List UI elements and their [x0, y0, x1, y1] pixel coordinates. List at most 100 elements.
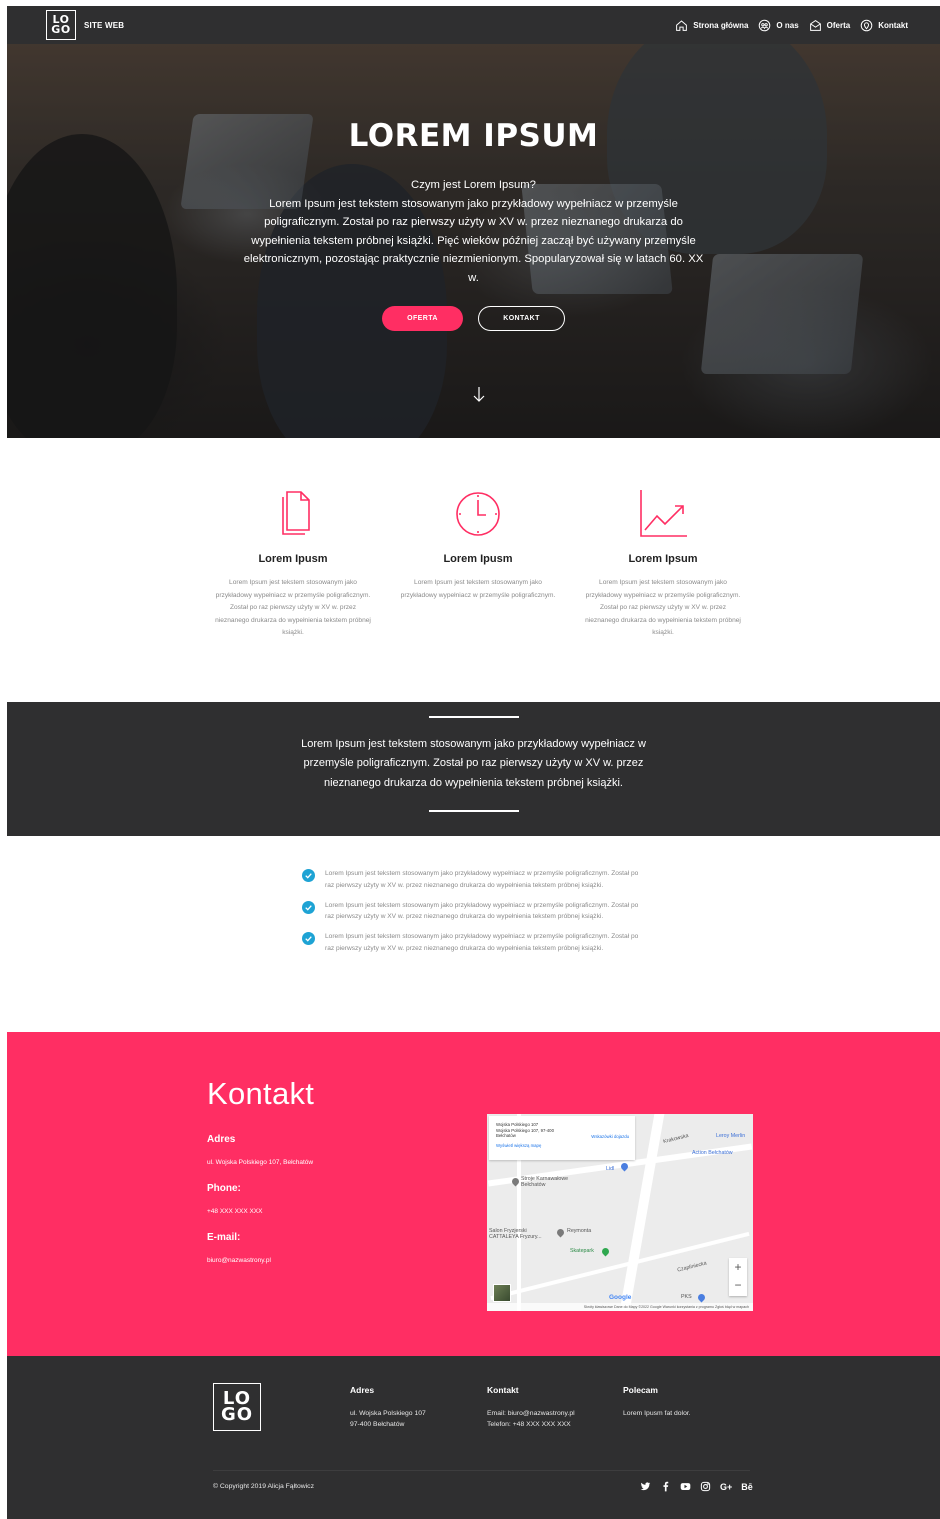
- hero-buttons: OFERTA KONTAKT: [7, 306, 940, 331]
- copyright-text: © Copyright 2019 Alicja Fąłtowicz: [213, 1483, 314, 1490]
- logo[interactable]: LO GO: [46, 10, 76, 40]
- footer-line[interactable]: Email: biuro@nazwastrony.pl: [487, 1408, 575, 1419]
- zoom-in-icon[interactable]: +: [729, 1258, 747, 1276]
- group-icon: [759, 19, 771, 31]
- map-label: Lidl: [606, 1166, 615, 1172]
- list-item-text: Lorem Ipsum jest tekstem stosowanym jako…: [325, 901, 639, 921]
- footer-col-title: Polecam: [623, 1385, 658, 1395]
- footer-line[interactable]: Telefon: +48 XXX XXX XXX: [487, 1419, 575, 1430]
- map-label: Krakowska: [662, 1132, 690, 1146]
- zoom-out-icon[interactable]: −: [729, 1276, 747, 1294]
- google-plus-icon[interactable]: G+: [720, 1482, 732, 1492]
- main-menu: Strona główna O nas Oferta Kontakt: [675, 19, 908, 32]
- chart-trend-icon: [640, 490, 687, 537]
- map-label: Reymonta: [567, 1228, 592, 1234]
- hero-title: LOREM IPSUM: [348, 118, 599, 154]
- instagram-icon[interactable]: [700, 1481, 711, 1492]
- map-label: PKS: [681, 1294, 692, 1300]
- feature-item: Lorem Ipusm Lorem Ipsum jest tekstem sto…: [208, 488, 378, 640]
- youtube-icon[interactable]: [680, 1481, 691, 1492]
- menu-item-label: O nas: [776, 20, 799, 30]
- hero-subtitle: Czym jest Lorem Ipsum?: [411, 179, 536, 191]
- hero-banner: LOREM IPSUM Czym jest Lorem Ipsum? Lorem…: [7, 44, 940, 438]
- map-label: Skatepark: [570, 1248, 594, 1254]
- footer-col-address: Adres ul. Wojska Polskiego 107 97-400 Be…: [350, 1385, 426, 1430]
- feature-item: Lorem Ipusm Lorem Ipsum jest tekstem sto…: [393, 488, 563, 640]
- list-item: Lorem Ipsum jest tekstem stosowanym jako…: [302, 868, 642, 892]
- list-item: Lorem Ipsum jest tekstem stosowanym jako…: [302, 900, 642, 924]
- address-label: Adres: [207, 1134, 236, 1145]
- facebook-icon[interactable]: [660, 1481, 671, 1492]
- footer-col-text: Lorem Ipusm fat dolor.: [623, 1408, 691, 1419]
- menu-item-offer[interactable]: Oferta: [809, 19, 850, 32]
- features-section: Lorem Ipusm Lorem Ipsum jest tekstem sto…: [208, 488, 748, 640]
- map-info-card: Wojska Polskiego 107 Wojska Polskiego 10…: [489, 1116, 635, 1160]
- contact-button[interactable]: KONTAKT: [478, 306, 565, 331]
- top-navbar: LO GO SITE WEB Strona główna O nas Ofert…: [7, 6, 940, 44]
- menu-item-label: Strona główna: [693, 20, 749, 30]
- menu-item-contact[interactable]: Kontakt: [860, 19, 908, 32]
- google-map[interactable]: Wojska Polskiego 107 Wojska Polskiego 10…: [487, 1114, 753, 1311]
- home-icon: [676, 19, 688, 31]
- twitter-icon[interactable]: [640, 1481, 651, 1492]
- offer-button[interactable]: OFERTA: [382, 306, 463, 331]
- larger-map-link[interactable]: Wyświetl większą mapę: [496, 1143, 628, 1149]
- envelope-open-icon: [809, 19, 821, 31]
- check-circle-icon: [302, 900, 315, 914]
- menu-item-home[interactable]: Strona główna: [675, 19, 748, 32]
- footer-col-contact: Kontakt Email: biuro@nazwastrony.pl Tele…: [487, 1385, 575, 1430]
- contact-section: Kontakt Adres ul. Wojska Polskiego 107, …: [7, 1032, 940, 1356]
- divider-line: [428, 810, 519, 812]
- footer-line[interactable]: Lorem Ipusm fat dolor.: [623, 1408, 691, 1419]
- map-zoom-control[interactable]: + −: [729, 1258, 747, 1296]
- feature-title: Lorem Ipusm: [258, 553, 328, 565]
- hero-content: LOREM IPSUM Czym jest Lorem Ipsum? Lorem…: [7, 118, 940, 331]
- map-pin-icon[interactable]: [555, 1227, 566, 1238]
- footer-logo[interactable]: LO GO: [213, 1383, 261, 1431]
- arrow-down-icon[interactable]: [471, 386, 487, 402]
- site-footer: LO GO Adres ul. Wojska Polskiego 107 97-…: [7, 1356, 940, 1519]
- check-circle-icon: [302, 869, 315, 882]
- map-label: Czapliniecka: [676, 1260, 708, 1274]
- feature-title: Lorem Ipsum: [628, 553, 698, 565]
- map-pin-icon[interactable]: [600, 1246, 611, 1257]
- footer-divider: [213, 1470, 750, 1471]
- footer-line: ul. Wojska Polskiego 107: [350, 1410, 426, 1417]
- footer-col-title: Adres: [350, 1385, 375, 1395]
- map-footer: Skróty klawiszowe Dane do Mapy ©2022 Goo…: [487, 1303, 753, 1311]
- document-icon: [282, 491, 310, 535]
- quote-band: Lorem Ipsum jest tekstem stosowanym jako…: [7, 702, 940, 836]
- social-links: G+ Bē: [640, 1481, 753, 1492]
- behance-icon[interactable]: Bē: [741, 1482, 753, 1492]
- feature-text: Lorem Ipsum jest tekstem stosowanym jako…: [215, 579, 371, 637]
- map-label: Action Bełchatów: [692, 1150, 733, 1156]
- phone-value[interactable]: +48 XXX XXX XXX: [207, 1208, 314, 1215]
- feature-title: Lorem Ipusm: [443, 553, 513, 565]
- feature-item: Lorem Ipsum Lorem Ipsum jest tekstem sto…: [578, 488, 748, 640]
- checklist: Lorem Ipsum jest tekstem stosowanym jako…: [302, 868, 642, 963]
- footer-col-text: Email: biuro@nazwastrony.pl Telefon: +48…: [487, 1408, 575, 1430]
- menu-item-about[interactable]: O nas: [758, 19, 799, 32]
- footer-line: 97-400 Bełchatów: [350, 1421, 405, 1428]
- footer-col-recommend: Polecam Lorem Ipusm fat dolor.: [623, 1385, 691, 1419]
- logo-text-bottom: GO: [220, 1404, 254, 1425]
- menu-item-label: Kontakt: [878, 20, 908, 30]
- footer-col-text: ul. Wojska Polskiego 107 97-400 Bełcható…: [350, 1408, 426, 1430]
- email-value[interactable]: biuro@nazwastrony.pl: [207, 1257, 314, 1264]
- feature-text: Lorem Ipsum jest tekstem stosowanym jako…: [400, 579, 556, 599]
- map-pin-icon[interactable]: [696, 1292, 707, 1303]
- phone-label: Phone:: [207, 1183, 241, 1194]
- location-pin-icon: [860, 19, 873, 31]
- map-satellite-toggle[interactable]: [493, 1284, 511, 1302]
- map-label: Salon Fryzjerski CATTALEYA Fryzury...: [489, 1228, 542, 1240]
- email-label: E-mail:: [207, 1232, 241, 1243]
- clock-icon: [456, 492, 500, 536]
- divider-line: [428, 716, 519, 718]
- address-value: ul. Wojska Polskiego 107, Bełchatów: [207, 1159, 314, 1166]
- hero-text: Lorem Ipsum jest tekstem stosowanym jako…: [243, 197, 704, 284]
- footer-col-title: Kontakt: [487, 1385, 519, 1395]
- check-circle-icon: [302, 932, 315, 946]
- contact-info: Kontakt Adres ul. Wojska Polskiego 107, …: [207, 1076, 314, 1264]
- directions-link[interactable]: Wskazówki dojazdu: [591, 1134, 629, 1140]
- feature-text: Lorem Ipsum jest tekstem stosowanym jako…: [585, 579, 741, 637]
